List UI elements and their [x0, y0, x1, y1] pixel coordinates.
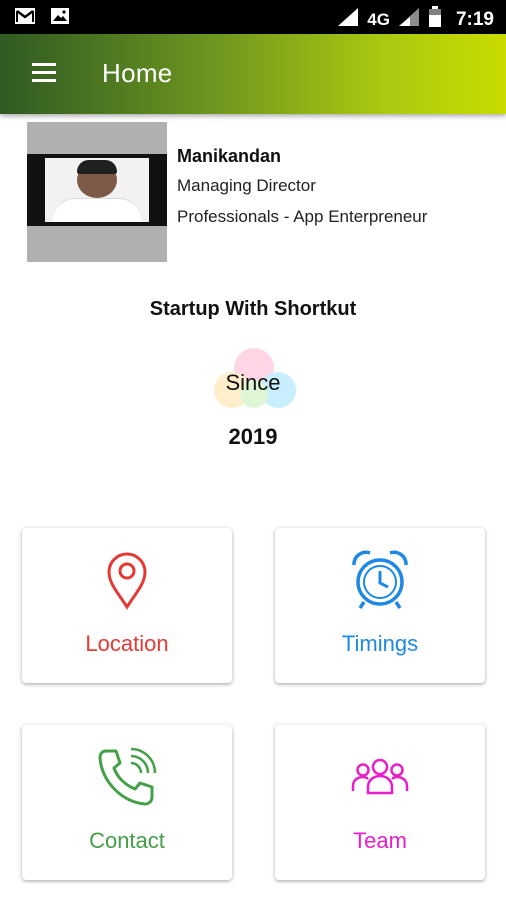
location-label: Location [85, 631, 169, 656]
battery-icon [428, 6, 442, 33]
location-tile[interactable]: Location [22, 528, 232, 683]
profile-category: Professionals - App Enterpreneur [177, 207, 428, 226]
timings-tile[interactable]: Timings [275, 528, 485, 683]
network-type: 4G [367, 9, 390, 29]
tagline: Startup With Shortkut [149, 298, 357, 320]
signal-icon [337, 7, 359, 32]
clock: 7:19 [455, 8, 494, 30]
contact-tile[interactable]: Contact [22, 725, 232, 880]
profile-card: Manikandan Managing Director Professiona… [0, 114, 506, 274]
since-year: 2019 [228, 424, 278, 449]
profile-name: Manikandan [177, 146, 282, 166]
profile-photo [27, 122, 167, 262]
signal-icon [398, 7, 420, 32]
page-title: Home [102, 58, 173, 88]
map-pin-icon [107, 552, 147, 610]
app-bar: Home [0, 34, 506, 114]
timings-label: Timings [341, 631, 419, 656]
profile-role: Managing Director [177, 176, 316, 195]
contact-label: Contact [89, 828, 165, 853]
image-icon [50, 7, 70, 30]
team-tile[interactable]: Team [275, 725, 485, 880]
team-icon [351, 758, 409, 795]
phone-ringing-icon [98, 747, 157, 806]
alarm-clock-icon [352, 550, 408, 609]
status-bar: 4G 7:19 [0, 0, 506, 34]
since-label: Since [225, 370, 281, 395]
gmail-icon [14, 7, 36, 30]
hamburger-menu-icon[interactable] [30, 62, 60, 86]
team-label: Team [353, 828, 407, 853]
